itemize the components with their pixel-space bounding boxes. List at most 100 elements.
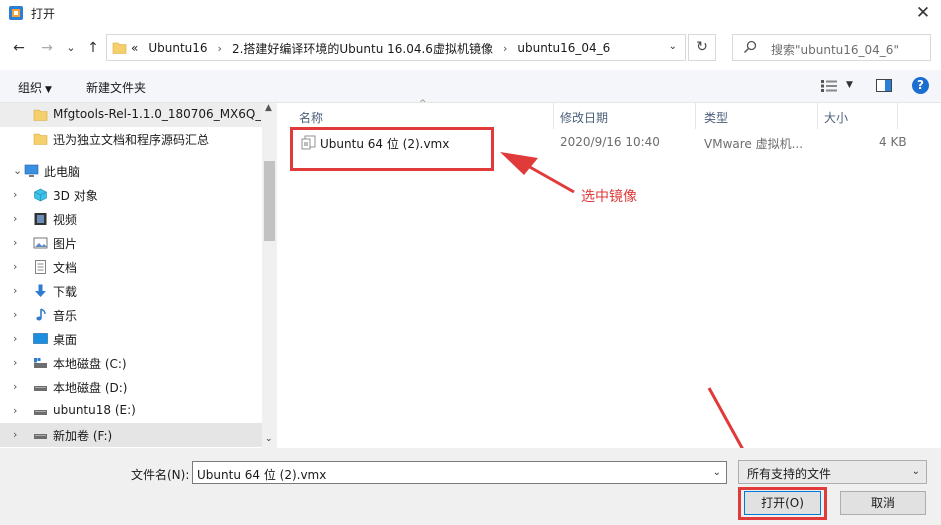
sidebar-item-documents[interactable]: › 文档 [0, 255, 262, 279]
sidebar-item-drive-d[interactable]: › 本地磁盘 (D:) [0, 375, 262, 399]
file-modified: 2020/9/16 10:40 [560, 135, 660, 149]
chevron-right-icon[interactable]: › [13, 380, 17, 393]
sidebar-item-docs-source[interactable]: 迅为独立文档和程序源码汇总 [0, 127, 262, 151]
preview-pane-icon[interactable] [876, 79, 892, 92]
view-options-icon[interactable] [820, 79, 838, 93]
breadcrumb-item-ubuntu16[interactable]: Ubuntu16 [148, 41, 207, 55]
organize-label: 组织 [18, 81, 43, 95]
sidebar-item-drive-e[interactable]: › ubuntu18 (E:) [0, 399, 262, 423]
caret-down-icon: ▼ [45, 85, 52, 95]
chevron-right-icon[interactable]: › [13, 212, 17, 225]
breadcrumb-separator[interactable]: › [218, 42, 222, 55]
desktop-icon [33, 333, 48, 344]
caret-down-icon[interactable]: ▼ [846, 80, 853, 90]
organize-button[interactable]: 组织 ▼ [18, 79, 52, 96]
up-button[interactable]: ↑ [84, 39, 102, 57]
command-toolbar: 组织 ▼ 新建文件夹 ▼ ? [0, 70, 941, 103]
refresh-button[interactable]: ↻ [688, 34, 716, 61]
search-input[interactable]: 搜索"ubuntu16_04_6" [732, 34, 931, 61]
column-header-modified[interactable]: 修改日期 [560, 109, 608, 126]
search-icon [743, 40, 757, 54]
annotation-highlight-open [738, 487, 827, 520]
back-button[interactable]: ← [10, 39, 28, 57]
sidebar-item-pictures[interactable]: › 图片 [0, 231, 262, 255]
column-divider[interactable] [817, 103, 818, 129]
breadcrumb: « Ubuntu16 › 2.搭建好编译环境的Ubuntu 16.04.6虚拟机… [131, 40, 620, 56]
sidebar-item-label: 图片 [53, 237, 78, 251]
chevron-down-icon[interactable]: ⌄ [912, 466, 920, 477]
folder-icon [112, 42, 127, 54]
chevron-right-icon[interactable]: › [13, 260, 17, 273]
recent-locations-button[interactable]: ⌄ [62, 39, 80, 57]
navigation-pane[interactable]: Mfgtools-Rel-1.1.0_180706_MX6Q_UL 迅为独立文档… [0, 103, 277, 448]
sidebar-item-mfgtools[interactable]: Mfgtools-Rel-1.1.0_180706_MX6Q_UL [0, 103, 262, 127]
folder-icon [33, 133, 48, 145]
filename-value: Ubuntu 64 位 (2).vmx [197, 468, 327, 482]
breadcrumb-item-vm-image[interactable]: 2.搭建好编译环境的Ubuntu 16.04.6虚拟机镜像 [232, 40, 493, 57]
sidebar-item-drive-f[interactable]: › 新加卷 (F:) [0, 423, 262, 447]
breadcrumb-overflow[interactable]: « [131, 41, 138, 55]
chevron-right-icon[interactable]: › [13, 428, 17, 441]
sidebar-item-videos[interactable]: › 视频 [0, 207, 262, 231]
chevron-down-icon[interactable]: ⌄ [669, 41, 677, 52]
close-icon[interactable]: ✕ [911, 1, 935, 25]
chevron-right-icon[interactable]: › [13, 404, 17, 417]
scrollbar-thumb[interactable] [264, 161, 275, 241]
help-icon[interactable]: ? [912, 77, 929, 94]
filetype-value: 所有支持的文件 [747, 467, 832, 481]
address-bar[interactable]: « Ubuntu16 › 2.搭建好编译环境的Ubuntu 16.04.6虚拟机… [106, 34, 686, 61]
chevron-right-icon[interactable]: › [13, 308, 17, 321]
sidebar-item-label: 3D 对象 [53, 189, 98, 203]
file-type: VMware 虚拟机... [704, 137, 804, 151]
column-header-name[interactable]: 名称 [299, 109, 323, 126]
music-icon [36, 308, 46, 321]
scroll-up-icon[interactable]: ▲ [265, 103, 272, 113]
forward-button[interactable]: → [38, 39, 56, 57]
sidebar-item-label: Mfgtools-Rel-1.1.0_180706_MX6Q_UL [53, 107, 261, 121]
filename-label: 文件名(N): [131, 468, 190, 482]
search-placeholder: 搜索"ubuntu16_04_6" [771, 43, 899, 57]
annotation-highlight-file [290, 127, 494, 171]
sidebar-item-desktop[interactable]: › 桌面 [0, 327, 262, 351]
sidebar-item-label: 本地磁盘 (D:) [53, 381, 128, 395]
video-icon [34, 213, 47, 225]
column-header-type[interactable]: 类型 [704, 109, 728, 126]
cancel-button[interactable]: 取消 [840, 491, 926, 515]
column-header-size[interactable]: 大小 [824, 109, 848, 126]
chevron-right-icon[interactable]: › [13, 188, 17, 201]
sort-ascending-icon: ^ [419, 99, 427, 109]
sidebar-item-downloads[interactable]: › 下载 [0, 279, 262, 303]
chevron-down-icon[interactable]: ⌄ [713, 467, 721, 478]
filetype-select[interactable]: 所有支持的文件 ⌄ [738, 460, 927, 484]
drive-icon [34, 358, 47, 368]
sidebar-item-label: 桌面 [53, 333, 78, 347]
column-divider[interactable] [897, 103, 898, 129]
folder-icon [33, 109, 48, 121]
chevron-right-icon[interactable]: › [13, 284, 17, 297]
scroll-down-icon[interactable]: ⌄ [265, 434, 273, 444]
sidebar-item-this-pc[interactable]: ⌄ 此电脑 [0, 159, 262, 183]
chevron-right-icon[interactable]: › [13, 236, 17, 249]
drive-icon [34, 434, 47, 439]
sidebar-item-3d-objects[interactable]: › 3D 对象 [0, 183, 262, 207]
filename-field[interactable]: Ubuntu 64 位 (2).vmx ⌄ [192, 461, 727, 484]
sidebar-scrollbar[interactable]: ▲ ⌄ [262, 103, 277, 448]
drive-icon [34, 386, 47, 391]
breadcrumb-item-current[interactable]: ubuntu16_04_6 [517, 41, 610, 55]
picture-icon [33, 237, 48, 249]
window-title: 打开 [31, 7, 56, 21]
new-folder-button[interactable]: 新建文件夹 [86, 79, 146, 96]
chevron-right-icon[interactable]: › [13, 332, 17, 345]
sidebar-item-music[interactable]: › 音乐 [0, 303, 262, 327]
chevron-down-icon[interactable]: ⌄ [13, 164, 22, 177]
column-divider[interactable] [553, 103, 554, 129]
sidebar-item-label: 本地磁盘 (C:) [53, 357, 127, 371]
document-icon [35, 260, 46, 274]
breadcrumb-separator[interactable]: › [503, 42, 507, 55]
app-icon [9, 6, 23, 20]
column-divider[interactable] [695, 103, 696, 129]
title-bar: 打开 ✕ [0, 0, 941, 26]
sidebar-item-drive-c[interactable]: › 本地磁盘 (C:) [0, 351, 262, 375]
chevron-right-icon[interactable]: › [13, 356, 17, 369]
sidebar-item-label: 文档 [53, 261, 78, 275]
